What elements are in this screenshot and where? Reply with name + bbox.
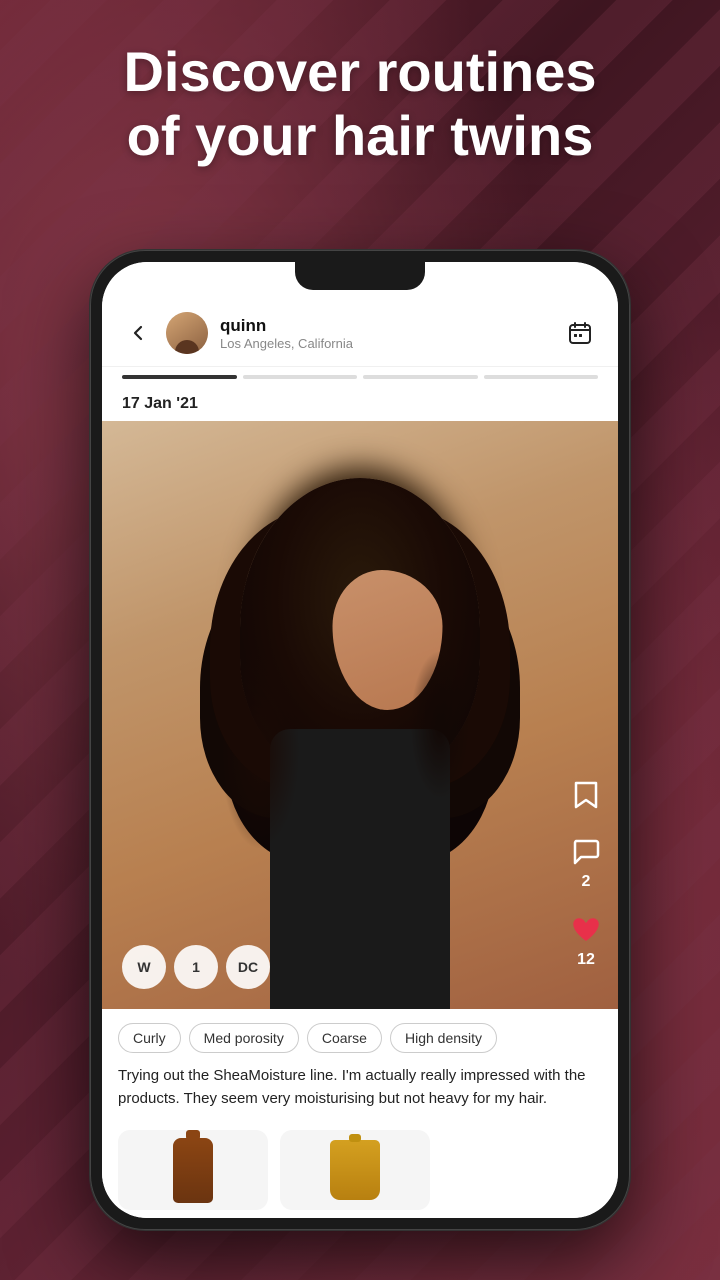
side-actions: 2 12 — [568, 777, 604, 969]
user-location: Los Angeles, California — [220, 336, 550, 351]
photo-area: 2 12 W 1 DC — [102, 421, 618, 1009]
product-card-1[interactable] — [118, 1130, 268, 1210]
heart-icon — [568, 911, 604, 947]
progress-bar-4 — [484, 375, 599, 379]
badge-dc: DC — [226, 945, 270, 989]
avatar — [166, 312, 208, 354]
heart-button[interactable]: 12 — [568, 911, 604, 969]
hair-curl-left — [220, 650, 300, 850]
tags-row: Curly Med porosity Coarse High density — [102, 1009, 618, 1063]
username: quinn — [220, 316, 550, 336]
comment-button[interactable]: 2 — [568, 833, 604, 891]
product-bottle-icon — [173, 1138, 213, 1203]
products-row — [102, 1122, 618, 1218]
bookmark-button[interactable] — [568, 777, 604, 813]
back-button[interactable] — [122, 317, 154, 349]
badge-1: 1 — [174, 945, 218, 989]
tag-curly[interactable]: Curly — [118, 1023, 181, 1053]
phone-notch — [295, 262, 425, 290]
badge-w: W — [122, 945, 166, 989]
user-info: quinn Los Angeles, California — [220, 316, 550, 351]
tag-high-density[interactable]: High density — [390, 1023, 497, 1053]
heart-count: 12 — [577, 951, 595, 969]
photo-background — [102, 421, 618, 1009]
phone-frame: quinn Los Angeles, California — [90, 250, 630, 1230]
progress-bars — [102, 367, 618, 387]
progress-bar-3 — [363, 375, 478, 379]
phone-screen: quinn Los Angeles, California — [102, 262, 618, 1218]
comment-icon — [568, 833, 604, 869]
hair-curl-right — [410, 650, 470, 800]
hero-section: Discover routines of your hair twins — [0, 40, 720, 169]
tag-med-porosity[interactable]: Med porosity — [189, 1023, 299, 1053]
post-badges: W 1 DC — [122, 945, 270, 989]
hero-title: Discover routines of your hair twins — [40, 40, 680, 169]
product-tube-icon — [330, 1140, 380, 1200]
post-description: Trying out the SheaMoisture line. I'm ac… — [102, 1063, 618, 1122]
progress-bar-2 — [243, 375, 358, 379]
bookmark-icon — [568, 777, 604, 813]
product-card-2[interactable] — [280, 1130, 430, 1210]
comment-count: 2 — [582, 873, 591, 891]
tag-coarse[interactable]: Coarse — [307, 1023, 382, 1053]
progress-bar-1 — [122, 375, 237, 379]
calendar-button[interactable] — [562, 315, 598, 351]
phone-mockup: quinn Los Angeles, California — [90, 250, 630, 1230]
post-date: 17 Jan '21 — [102, 387, 618, 421]
person-photo — [200, 450, 520, 1009]
